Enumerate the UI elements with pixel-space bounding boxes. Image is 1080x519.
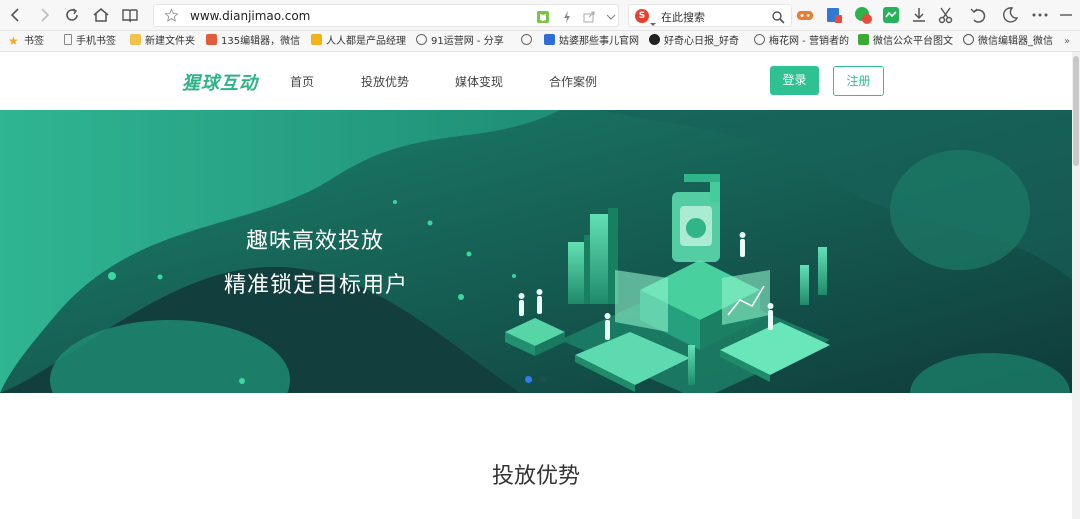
bookmark-item[interactable]: 微信编辑器_微信	[963, 34, 1059, 49]
scrollbar-thumb[interactable]	[1073, 56, 1079, 166]
bookmark-item[interactable]: ★ 书签	[8, 34, 54, 49]
bookmarks-bar: ★ 书签 手机书签 新建文件夹 135编辑器，微信 人人都是产品经理 91运营网 …	[0, 31, 1080, 52]
search-icon[interactable]	[771, 9, 785, 24]
search-input[interactable]: 在此搜索	[661, 9, 705, 25]
nav-item-cases[interactable]: 合作案例	[549, 73, 597, 90]
browser-toolbar: www.dianjimao.com S 在此搜索	[0, 0, 1080, 31]
undo-icon[interactable]	[968, 5, 988, 25]
carousel-dot-active[interactable]	[525, 376, 532, 383]
bookmark-item[interactable]: 新建文件夹	[130, 34, 200, 49]
hero-subheadline: 精准锁定目标用户	[224, 273, 409, 298]
minimize-icon[interactable]	[1056, 5, 1076, 25]
site-icon	[858, 34, 869, 45]
reader-icon[interactable]	[120, 5, 140, 25]
scissors-icon[interactable]	[936, 5, 956, 25]
carousel-dot[interactable]	[539, 376, 546, 383]
hero-banner[interactable]: 趣味高效投放 精准锁定目标用户	[0, 110, 1072, 393]
url-text[interactable]: www.dianjimao.com	[190, 9, 310, 23]
chevron-down-icon[interactable]	[604, 9, 618, 23]
search-box[interactable]: S 在此搜索	[628, 4, 792, 27]
bookmark-item[interactable]: 姑婆那些事儿官网	[544, 34, 640, 49]
site-icon	[963, 34, 974, 45]
globe-icon	[416, 34, 427, 45]
reading-mode-icon[interactable]	[536, 9, 550, 23]
globe-icon	[754, 34, 765, 45]
nav-item-home[interactable]: 首页	[290, 73, 314, 90]
hero-headline: 趣味高效投放	[246, 229, 385, 254]
nav-item-media[interactable]: 媒体变现	[455, 73, 503, 90]
messenger-icon[interactable]	[881, 5, 901, 25]
globe-icon	[521, 34, 532, 45]
bookmark-item[interactable]: 梅花网 - 营销者的	[754, 34, 850, 49]
bookmark-item[interactable]: 手机书签	[64, 34, 124, 49]
star-icon: ★	[8, 34, 19, 48]
forward-icon[interactable]	[34, 5, 54, 25]
night-mode-icon[interactable]	[1000, 5, 1020, 25]
wechat-icon[interactable]	[853, 5, 873, 25]
site-icon	[544, 34, 555, 45]
section-title: 投放优势	[491, 464, 580, 489]
site-logo[interactable]: 猩球互动	[182, 69, 258, 95]
banner-background	[0, 110, 1072, 393]
site-header: 猩球互动 首页 投放优势 媒体变现 合作案例 登录 注册	[0, 52, 1072, 110]
home-icon[interactable]	[91, 5, 111, 25]
login-button[interactable]: 登录	[770, 66, 819, 95]
phone-icon	[64, 34, 72, 45]
site-icon	[311, 34, 322, 45]
folder-icon	[130, 34, 141, 45]
bookmark-item[interactable]	[521, 34, 537, 49]
more-icon[interactable]	[1030, 5, 1050, 25]
bookmark-item[interactable]: 135编辑器，微信	[206, 34, 302, 49]
download-icon[interactable]	[909, 5, 929, 25]
lightning-icon[interactable]	[560, 9, 574, 23]
app-center-icon[interactable]	[824, 5, 844, 25]
site-icon	[649, 34, 660, 45]
search-engine-dropdown-icon[interactable]	[650, 13, 656, 26]
bookmark-star-icon[interactable]	[164, 8, 179, 23]
site-icon	[206, 34, 217, 45]
page-scrollbar[interactable]	[1072, 52, 1080, 519]
address-bar[interactable]: www.dianjimao.com	[153, 4, 619, 27]
bookmark-item[interactable]: 好奇心日报_好奇	[649, 34, 745, 49]
back-icon[interactable]	[6, 5, 26, 25]
bookmark-item[interactable]: 人人都是产品经理	[311, 34, 407, 49]
register-button[interactable]: 注册	[833, 66, 884, 96]
share-icon[interactable]	[582, 9, 596, 23]
bookmark-item[interactable]: 微信公众平台图文	[858, 34, 954, 49]
nav-item-advantages[interactable]: 投放优势	[361, 73, 409, 90]
game-icon[interactable]	[795, 5, 815, 25]
bookmark-item[interactable]: 91运营网 - 分享	[416, 34, 512, 49]
refresh-icon[interactable]	[62, 5, 82, 25]
search-engine-icon[interactable]: S	[635, 9, 649, 23]
bookmarks-overflow-icon[interactable]: »	[1064, 34, 1078, 49]
